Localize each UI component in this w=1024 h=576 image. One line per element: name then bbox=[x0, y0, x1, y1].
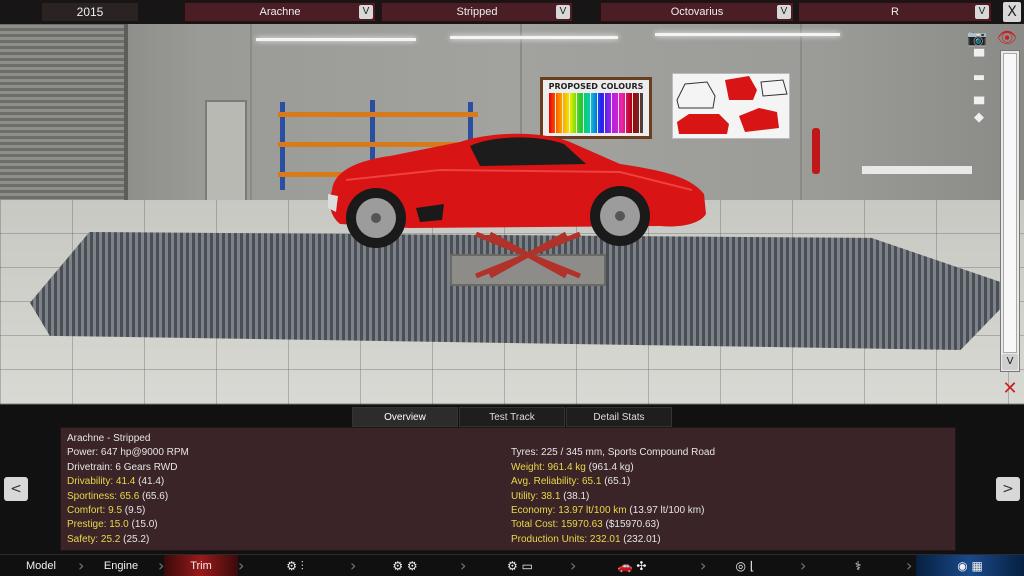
chevron-right-icon: › bbox=[570, 556, 577, 575]
car-top-view-icon[interactable]: ◆ bbox=[966, 110, 992, 125]
chevron-down-icon[interactable]: V bbox=[556, 5, 570, 19]
app-window: PROPOSED COLOURS 2015 Arachne V Stripped… bbox=[0, 0, 1024, 576]
stat-economy: Economy: 13.97 lt/100 km (13.97 lt/100 k… bbox=[511, 505, 705, 517]
car-viewport[interactable]: PROPOSED COLOURS bbox=[0, 0, 1024, 404]
chevron-right-icon: › bbox=[460, 556, 467, 575]
info-panel: Overview Test Track Detail Stats < > Ara… bbox=[0, 404, 1024, 554]
camera-icon[interactable]: 📷 bbox=[964, 28, 990, 47]
nav-trim[interactable]: Trim bbox=[164, 555, 238, 576]
stat-drivetrain: Drivetrain: 6 Gears RWD bbox=[67, 461, 178, 473]
previous-button[interactable]: < bbox=[4, 477, 28, 501]
wall-seam bbox=[250, 0, 252, 210]
top-bar: 2015 Arachne V Stripped V Octovarius V R… bbox=[0, 0, 1024, 24]
engine-dropdown-label: Octovarius bbox=[670, 6, 724, 18]
car-rear-view-icon[interactable]: ▄ bbox=[966, 90, 992, 105]
safety-icon[interactable]: ⚕ bbox=[838, 555, 878, 576]
car-front-view-icon[interactable]: ▀ bbox=[966, 50, 992, 65]
next-button[interactable]: > bbox=[996, 477, 1020, 501]
scrollbar-thumb[interactable] bbox=[1003, 53, 1017, 353]
car-model[interactable] bbox=[320, 120, 720, 250]
stat-safety: Safety: 25.2 (25.2) bbox=[67, 533, 150, 545]
chevron-right-icon: › bbox=[800, 556, 807, 575]
chevron-right-icon: › bbox=[350, 556, 357, 575]
office-desk bbox=[862, 166, 972, 174]
wall-seam bbox=[800, 0, 802, 210]
tab-detail-stats[interactable]: Detail Stats bbox=[566, 407, 672, 427]
stat-production-units: Production Units: 232.01 (232.01) bbox=[511, 533, 661, 545]
stat-drivability: Drivability: 41.4 (41.4) bbox=[67, 476, 165, 488]
bottom-nav: Model › Engine › Trim › ⚙ ⫶ › ⚙ ⚙ › ⚙ ▭ … bbox=[0, 554, 1024, 576]
stat-power: Power: 647 hp@9000 RPM bbox=[67, 447, 189, 459]
chevron-right-icon: › bbox=[700, 556, 707, 575]
stat-tyres: Tyres: 225 / 345 mm, Sports Compound Roa… bbox=[511, 447, 715, 459]
disable-icon[interactable]: ✕ bbox=[997, 378, 1023, 399]
stat-reliability: Avg. Reliability: 65.1 (65.1) bbox=[511, 476, 631, 488]
chevron-down-icon[interactable]: V bbox=[777, 5, 791, 19]
car-title: Arachne - Stripped bbox=[67, 433, 151, 444]
stat-prestige: Prestige: 15.0 (15.0) bbox=[67, 519, 158, 531]
chassis-icon[interactable]: ⚙ ▭ bbox=[490, 555, 550, 576]
ceiling-light bbox=[256, 38, 416, 41]
variant-dropdown-label: R bbox=[891, 6, 899, 18]
stat-weight: Weight: 961.4 kg (961.4 kg) bbox=[511, 461, 634, 473]
vertical-scrollbar[interactable]: V bbox=[1000, 50, 1020, 372]
tab-test-track[interactable]: Test Track bbox=[459, 407, 565, 427]
car-side-view-icon[interactable]: ▬ bbox=[966, 70, 992, 85]
stat-comfort: Comfort: 9.5 (9.5) bbox=[67, 505, 146, 517]
stats-left-column: Arachne - Stripped Power: 647 hp@9000 RP… bbox=[67, 432, 189, 547]
suspension-icon[interactable]: ⚙ ⚙ bbox=[380, 555, 430, 576]
model-dropdown-label: Arachne bbox=[259, 6, 301, 18]
interior-icon[interactable]: ◎ ⌊ bbox=[720, 555, 770, 576]
stat-total-cost: Total Cost: 15970.63 ($15970.63) bbox=[511, 519, 660, 531]
tab-overview[interactable]: Overview bbox=[352, 407, 458, 427]
panel-tabs: Overview Test Track Detail Stats bbox=[352, 407, 673, 427]
year-display: 2015 bbox=[42, 3, 138, 21]
trim-dropdown-label: Stripped bbox=[456, 6, 498, 18]
engine-dropdown[interactable]: Octovarius V bbox=[600, 2, 794, 22]
garage-door bbox=[205, 100, 247, 210]
fire-extinguisher bbox=[812, 128, 820, 174]
nav-model[interactable]: Model bbox=[4, 555, 78, 576]
stat-utility: Utility: 38.1 (38.1) bbox=[511, 490, 590, 502]
variant-dropdown[interactable]: R V bbox=[798, 2, 992, 22]
ceiling-light bbox=[655, 33, 840, 36]
gearbox-icon[interactable]: ⚙ ⫶ bbox=[270, 555, 320, 576]
body-cooling-icon[interactable]: 🚗 ✣ bbox=[592, 555, 672, 576]
eye-icon[interactable]: 👁 bbox=[994, 28, 1020, 47]
stats-right-column: Tyres: 225 / 345 mm, Sports Compound Roa… bbox=[511, 446, 715, 547]
nav-engine[interactable]: Engine bbox=[84, 555, 158, 576]
finish-flag-icon[interactable]: ◉ ▦ bbox=[916, 555, 1024, 576]
poster-title: PROPOSED COLOURS bbox=[548, 82, 644, 91]
scroll-down-icon[interactable]: V bbox=[1002, 354, 1018, 370]
chevron-down-icon[interactable]: V bbox=[975, 5, 989, 19]
ceiling-light bbox=[450, 36, 618, 39]
stats-box: Arachne - Stripped Power: 647 hp@9000 RP… bbox=[60, 427, 956, 551]
close-button[interactable]: X bbox=[1003, 2, 1021, 22]
stat-sportiness: Sportiness: 65.6 (65.6) bbox=[67, 490, 169, 502]
chevron-right-icon: › bbox=[906, 556, 913, 575]
chevron-down-icon[interactable]: V bbox=[359, 5, 373, 19]
trim-dropdown[interactable]: Stripped V bbox=[381, 2, 573, 22]
model-dropdown[interactable]: Arachne V bbox=[184, 2, 376, 22]
chevron-right-icon: › bbox=[238, 556, 245, 575]
